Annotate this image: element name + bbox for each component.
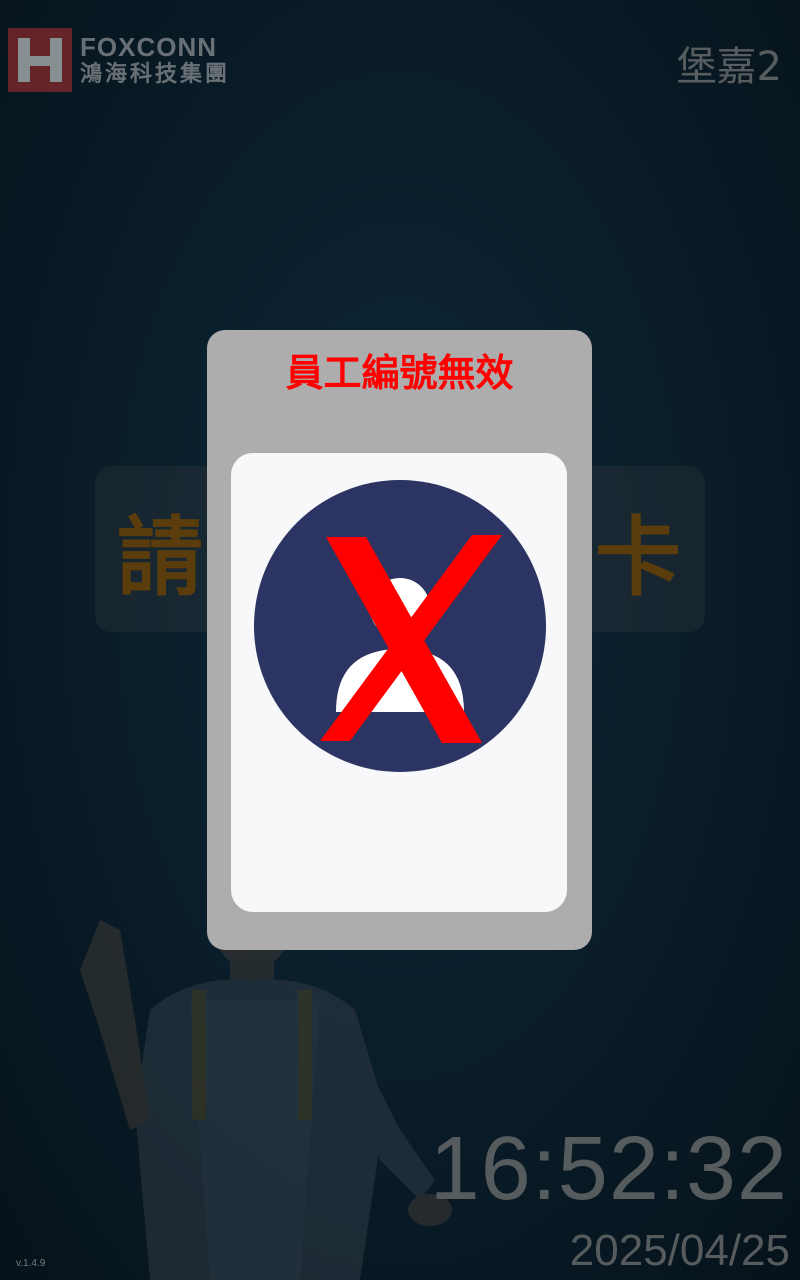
- logo-chinese-name: 鴻海科技集團: [80, 62, 231, 87]
- invalid-employee-dialog: [207, 330, 592, 950]
- app-version: v.1.4.9: [16, 1258, 46, 1269]
- site-name: 堡嘉2: [676, 44, 782, 90]
- prompt-text-left: 請: [117, 507, 205, 608]
- prompt-text-right: 卡: [595, 507, 683, 608]
- kiosk-screen: FOXCONN 鴻海科技集團 堡嘉2 請 卡 16:52:32 2025/04/…: [0, 0, 800, 1280]
- foxconn-logo-icon: [8, 28, 72, 92]
- current-time: 16:52:32: [429, 1119, 788, 1219]
- dialog-title: 員工編號無效: [285, 351, 514, 395]
- invalid-user-icon: [254, 480, 546, 772]
- current-date: 2025/04/25: [569, 1226, 790, 1275]
- company-logo: FOXCONN 鴻海科技集團: [8, 28, 230, 92]
- dialog-card: [231, 453, 567, 912]
- logo-english-name: FOXCONN: [80, 32, 217, 62]
